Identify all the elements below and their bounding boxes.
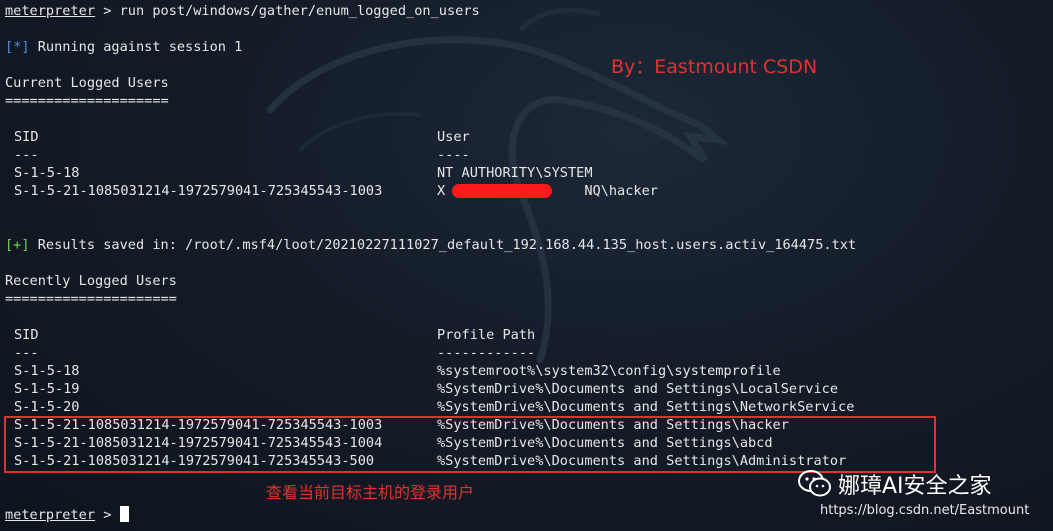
wechat-icon [798,470,831,497]
author-annotation: By：Eastmount CSDN [611,56,818,78]
running-text: Running against session 1 [29,39,243,55]
recent-row-path: %SystemDrive%\Documents and Settings\Loc… [437,381,839,397]
prompt: meterpreter [5,507,96,523]
redaction-mark [452,184,552,198]
current-dash-user: ---- [437,147,470,163]
recent-row-path: %systemroot%\system32\config\systemprofi… [437,363,781,379]
recent-row-path: %SystemDrive%\Documents and Settings\Net… [437,399,855,415]
text-cursor [119,506,129,522]
final-prompt-line[interactable]: meterpreter > [5,506,129,524]
current-dash-sid: --- [14,147,39,163]
recent-users-rule: ===================== [5,291,177,307]
current-header-user: User [437,129,470,145]
prompt: meterpreter [5,3,96,19]
highlight-box [4,416,936,473]
recent-row-sid: S-1-5-20 [14,399,80,415]
results-saved-line: [+] Results saved in: /root/.msf4/loot/2… [5,236,856,254]
prompt-separator: > [95,3,120,19]
csdn-url: https://blog.csdn.net/Eastmount [820,503,1030,518]
command-line: meterpreter > run post/windows/gather/en… [5,2,480,20]
command-text: run post/windows/gather/enum_logged_on_u… [119,3,480,19]
terminal-window[interactable]: meterpreter > run post/windows/gather/en… [0,0,1053,531]
recent-row-sid: S-1-5-19 [14,381,80,397]
caption-annotation: 查看当前目标主机的登录用户 [266,483,475,502]
recent-dash-sid: --- [14,345,39,361]
current-users-rule: ==================== [5,93,169,109]
recent-header-sid: SID [14,327,39,343]
results-saved-text: Results saved in: /root/.msf4/loot/20210… [29,237,857,253]
current-row-user: NT AUTHORITY\SYSTEM [437,165,593,181]
running-line: [*] Running against session 1 [5,38,242,56]
brand-watermark: 娜璋AI安全之家 [798,467,992,501]
recent-header-path: Profile Path [437,327,536,343]
info-tag: [*] [5,39,30,55]
success-tag: [+] [5,237,30,253]
recent-dash-path: ------------ [437,345,536,361]
current-header-sid: SID [14,129,39,145]
brand-name: 娜璋AI安全之家 [838,474,992,499]
recent-users-title: Recently Logged Users [5,273,177,289]
current-users-title: Current Logged Users [5,75,169,91]
current-row-sid: S-1-5-18 [14,165,80,181]
recent-row-sid: S-1-5-18 [14,363,80,379]
prompt-separator: > [95,507,120,523]
current-row-sid: S-1-5-21-1085031214-1972579041-725345543… [14,183,383,199]
